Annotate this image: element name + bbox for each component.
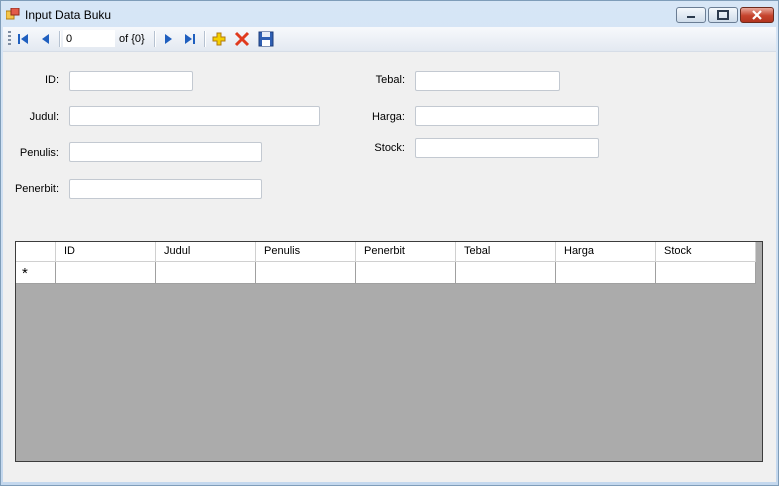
move-previous-icon[interactable] bbox=[37, 30, 55, 48]
toolbar-separator bbox=[59, 31, 61, 47]
binding-navigator: of {0} bbox=[3, 27, 776, 52]
cell-penerbit[interactable] bbox=[356, 262, 456, 284]
column-header-stock[interactable]: Stock bbox=[656, 242, 756, 262]
save-icon[interactable] bbox=[257, 30, 275, 48]
delete-icon[interactable] bbox=[233, 30, 251, 48]
penerbit-label: Penerbit: bbox=[14, 183, 59, 195]
tebal-field[interactable] bbox=[415, 71, 560, 91]
penulis-label: Penulis: bbox=[19, 147, 59, 159]
new-row-marker[interactable]: * bbox=[16, 262, 56, 284]
cell-tebal[interactable] bbox=[456, 262, 556, 284]
title-bar[interactable]: Input Data Buku bbox=[1, 1, 778, 27]
tebal-label: Tebal: bbox=[375, 74, 405, 86]
cell-id[interactable] bbox=[56, 262, 156, 284]
judul-field[interactable] bbox=[69, 106, 320, 126]
harga-field[interactable] bbox=[415, 106, 599, 126]
harga-label: Harga: bbox=[371, 111, 405, 123]
count-label: of {0} bbox=[119, 33, 145, 45]
stock-label: Stock: bbox=[374, 142, 405, 154]
penulis-field[interactable] bbox=[69, 142, 262, 162]
stock-field[interactable] bbox=[415, 138, 599, 158]
window-title: Input Data Buku bbox=[25, 8, 112, 22]
cell-harga[interactable] bbox=[556, 262, 656, 284]
id-label: ID: bbox=[44, 74, 59, 86]
penerbit-field[interactable] bbox=[69, 179, 262, 199]
toolbar-grip[interactable] bbox=[8, 31, 11, 47]
add-new-icon[interactable] bbox=[210, 30, 228, 48]
cell-stock[interactable] bbox=[656, 262, 756, 284]
cell-judul[interactable] bbox=[156, 262, 256, 284]
data-grid[interactable]: ID Judul Penulis Penerbit Tebal Harga St… bbox=[15, 241, 763, 462]
toolbar-separator bbox=[204, 31, 206, 47]
position-input[interactable] bbox=[63, 30, 115, 47]
minimize-button[interactable] bbox=[676, 7, 706, 23]
column-header-penulis[interactable]: Penulis bbox=[256, 242, 356, 262]
column-header-tebal[interactable]: Tebal bbox=[456, 242, 556, 262]
grid-select-all-corner[interactable] bbox=[16, 242, 56, 262]
column-header-harga[interactable]: Harga bbox=[556, 242, 656, 262]
new-row[interactable]: * bbox=[16, 262, 756, 284]
maximize-button[interactable] bbox=[708, 7, 738, 23]
toolbar-separator bbox=[154, 31, 156, 47]
move-first-icon[interactable] bbox=[14, 30, 32, 48]
move-last-icon[interactable] bbox=[181, 30, 199, 48]
id-field[interactable] bbox=[69, 71, 193, 91]
close-button[interactable] bbox=[740, 7, 774, 23]
cell-penulis[interactable] bbox=[256, 262, 356, 284]
app-icon bbox=[5, 7, 20, 20]
main-window: Input Data Buku of {0} bbox=[0, 0, 779, 486]
judul-label: Judul: bbox=[29, 111, 59, 123]
move-next-icon[interactable] bbox=[159, 30, 177, 48]
column-header-penerbit[interactable]: Penerbit bbox=[356, 242, 456, 262]
column-header-judul[interactable]: Judul bbox=[156, 242, 256, 262]
column-header-id[interactable]: ID bbox=[56, 242, 156, 262]
grid-header-row: ID Judul Penulis Penerbit Tebal Harga St… bbox=[16, 242, 756, 262]
form-client-area: of {0} ID: Judul: Penulis: bbox=[3, 27, 776, 482]
